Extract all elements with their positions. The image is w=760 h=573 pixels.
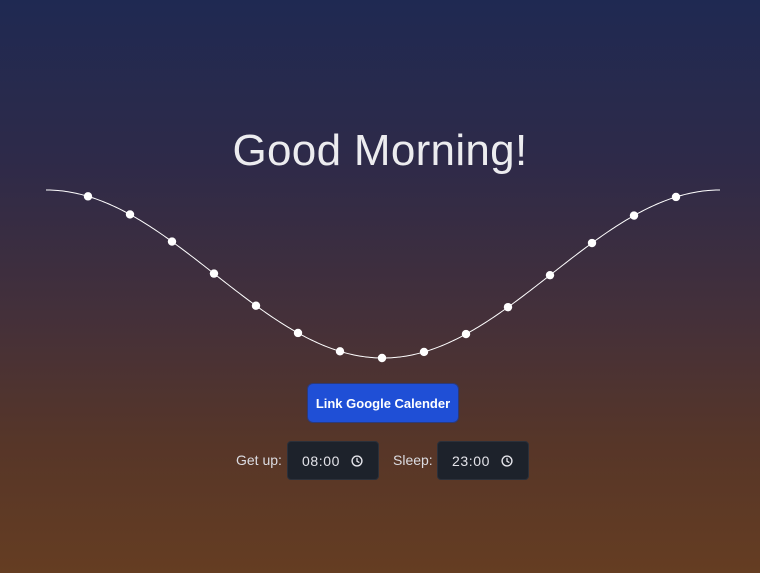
curve-dot xyxy=(419,347,429,357)
curve-dot xyxy=(125,210,135,219)
schedule-row: Get up: 08:00 Sleep: 23:00 xyxy=(0,441,760,480)
curve-dot xyxy=(167,237,177,246)
curve-dot xyxy=(629,211,639,220)
page-title: Good Morning! xyxy=(232,126,528,175)
curve-dot xyxy=(293,328,303,338)
getup-label: Get up: xyxy=(236,452,282,468)
curve-dot xyxy=(587,238,597,248)
clock-icon[interactable] xyxy=(351,454,363,467)
getup-time-value: 08:00 xyxy=(302,452,341,469)
sleep-time-input[interactable]: 23:00 xyxy=(437,441,529,480)
day-curve xyxy=(45,189,721,363)
curve-dot xyxy=(671,192,681,202)
sleep-label: Sleep: xyxy=(393,452,433,468)
curve-dot xyxy=(461,329,471,339)
curve-dot xyxy=(377,353,387,363)
getup-time-input[interactable]: 08:00 xyxy=(287,441,379,480)
sleep-time-value: 23:00 xyxy=(452,452,491,469)
curve-dot xyxy=(335,347,345,356)
clock-icon[interactable] xyxy=(501,454,513,467)
curve-dot xyxy=(83,192,93,201)
day-curve-dots xyxy=(83,192,681,363)
curve-dot xyxy=(545,270,555,280)
curve-dot xyxy=(209,269,219,278)
day-curve-line xyxy=(45,189,721,359)
curve-dot xyxy=(251,301,261,310)
link-google-calendar-button[interactable]: Link Google Calender xyxy=(307,383,459,423)
curve-dot xyxy=(503,302,513,312)
